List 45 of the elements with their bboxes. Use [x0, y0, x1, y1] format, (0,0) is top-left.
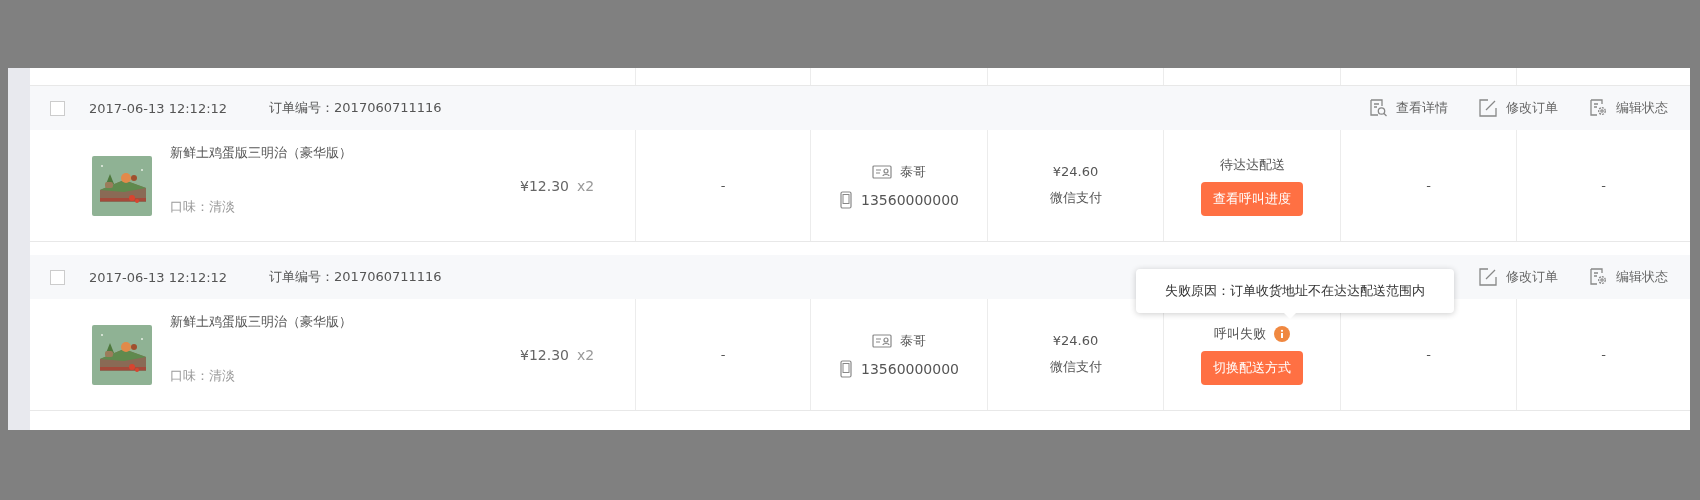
document-gear-icon	[1588, 98, 1608, 118]
contact-phone: 13560000000	[861, 360, 959, 377]
product-name: 新鲜土鸡蛋版三明治（豪华版）	[170, 312, 353, 331]
product-flavor: 口味：清淡	[170, 366, 236, 385]
unit-price: ¥12.30	[520, 177, 569, 194]
phone-icon	[839, 190, 853, 209]
product-flavor: 口味：清淡	[170, 197, 236, 216]
table-cell: -	[720, 347, 726, 362]
edit-icon	[1478, 267, 1498, 287]
action-link[interactable]: 查看详情	[1368, 98, 1448, 118]
action-link[interactable]: 编辑状态	[1588, 267, 1668, 287]
quantity: x2	[577, 177, 595, 194]
action-link[interactable]: 修改订单	[1478, 98, 1558, 118]
contact-name: 泰哥	[900, 162, 926, 181]
order-total: ¥24.60	[1052, 164, 1099, 179]
checkbox[interactable]	[50, 269, 65, 285]
quantity: x2	[577, 346, 595, 363]
phone-icon	[839, 359, 853, 378]
id-card-icon	[872, 163, 892, 180]
contact-phone: 13560000000	[861, 191, 959, 208]
edit-icon	[1478, 98, 1498, 118]
table-cell: -	[1601, 178, 1606, 193]
delivery-status: 待达达配送	[1219, 155, 1285, 174]
table-cell: -	[720, 178, 726, 193]
checkbox[interactable]	[50, 100, 65, 116]
info-icon	[1274, 325, 1290, 342]
delivery-status: 呼叫失败	[1214, 324, 1266, 343]
payment-method: 微信支付	[1049, 189, 1102, 207]
table-cell: -	[1601, 347, 1606, 362]
document-gear-icon	[1588, 267, 1608, 287]
order-total: ¥24.60	[1052, 333, 1099, 348]
order-time: 2017-06-13 12:12:12	[89, 269, 228, 285]
table-cell: -	[1426, 178, 1431, 193]
action-link[interactable]: 编辑状态	[1588, 98, 1668, 118]
table-cell: -	[1426, 347, 1431, 362]
order-number: 订单编号：2017060711116	[269, 268, 442, 286]
contact-name: 泰哥	[900, 331, 926, 350]
search-document-icon	[1368, 98, 1388, 118]
order-number: 订单编号：2017060711116	[269, 99, 442, 117]
action-link[interactable]: 修改订单	[1478, 267, 1558, 287]
payment-method: 微信支付	[1049, 358, 1102, 376]
product-name: 新鲜土鸡蛋版三明治（豪华版）	[170, 143, 353, 162]
unit-price: ¥12.30	[520, 346, 569, 363]
id-card-icon	[872, 332, 892, 349]
order-time: 2017-06-13 12:12:12	[89, 100, 228, 116]
